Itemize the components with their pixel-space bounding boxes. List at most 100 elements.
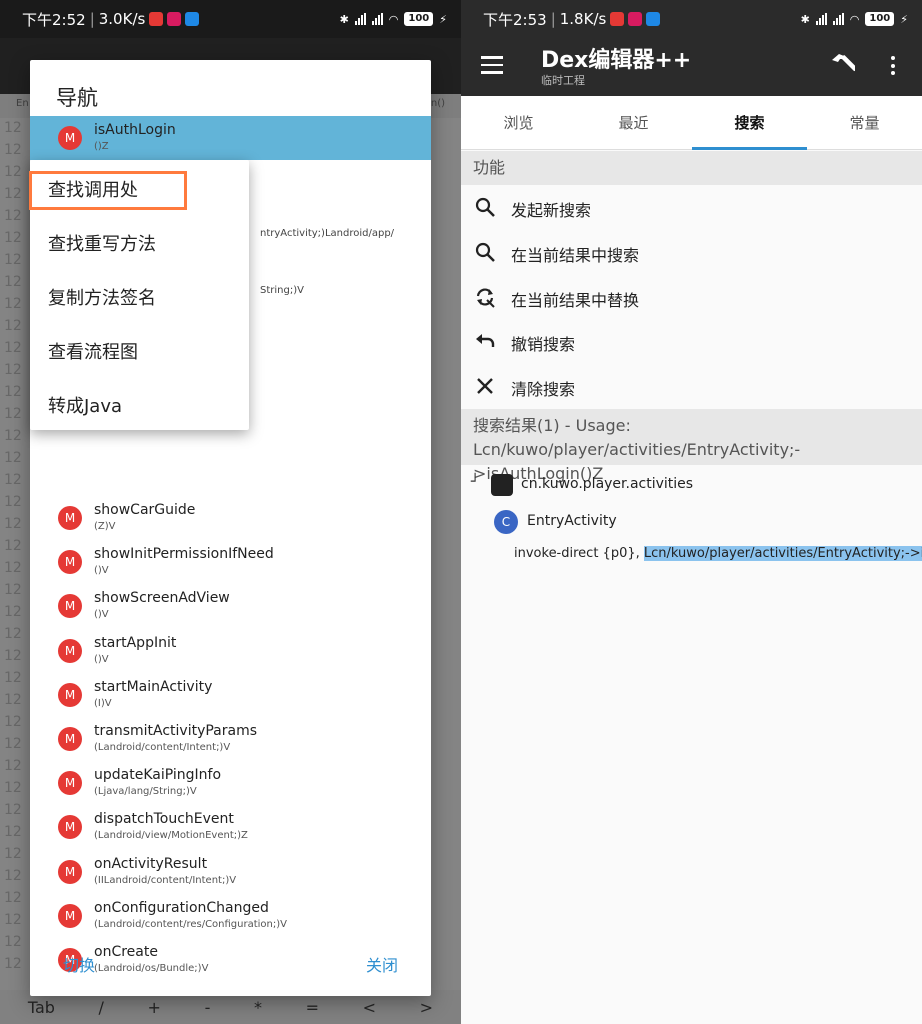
method-name: transmitActivityParams — [94, 723, 258, 739]
menu-icon[interactable] — [481, 56, 503, 74]
dialog-title: 导航 — [56, 86, 98, 110]
more-options-icon[interactable] — [891, 56, 896, 79]
signal-icon — [815, 13, 827, 25]
method-item-selected[interactable]: M isAuthLogin ()Z — [30, 116, 431, 160]
tree-expand-icon[interactable]: ┘ — [471, 474, 479, 490]
search-icon — [475, 242, 495, 262]
function-replace-in-results[interactable]: 在当前结果中替换 — [461, 275, 922, 320]
notification-app-icon — [149, 12, 164, 26]
menu-item-view-flowchart[interactable]: 查看流程图 — [48, 338, 138, 364]
signal-icon — [832, 13, 844, 25]
method-signature: ()Z — [94, 141, 109, 152]
tree-class-node[interactable]: EntryActivity — [527, 513, 617, 529]
tab-recent[interactable]: 最近 — [576, 96, 691, 150]
function-label: 撤销搜索 — [511, 335, 576, 354]
app-title: Dex编辑器++ — [541, 48, 692, 73]
method-name: onActivityResult — [94, 855, 208, 872]
function-undo-search[interactable]: 撤销搜索 — [461, 319, 922, 364]
status-bar: 下午2:53 | 1.8K/s ✱ ◠ 100 ⚡ — [461, 0, 922, 38]
method-item[interactable]: MupdateKaiPingInfo (Ljava/lang/String;)V — [30, 761, 431, 805]
function-label: 清除搜索 — [511, 380, 576, 399]
wifi-icon: ◠ — [849, 12, 860, 26]
notification-app-icon — [610, 12, 625, 26]
method-signature-peek: ntryActivity;)Landroid/app/ — [260, 228, 395, 239]
close-button[interactable]: 关闭 — [366, 952, 398, 976]
tab-bar: 浏览 最近 搜索 常量 — [461, 96, 922, 150]
battery-icon: 100 — [865, 12, 895, 26]
function-clear-search[interactable]: 清除搜索 — [461, 364, 922, 409]
function-label: 在当前结果中搜索 — [511, 246, 640, 265]
status-time: 下午2:53 — [483, 10, 547, 29]
method-signature-peek: String;)V — [260, 285, 304, 296]
method-signature: ()V — [94, 565, 109, 577]
method-item[interactable]: MtransmitActivityParams (Landroid/content… — [30, 717, 431, 761]
signal-icon — [371, 13, 383, 25]
search-icon — [475, 197, 495, 217]
code-match-highlight: Lcn/kuwo/player/activities/EntryActivity… — [643, 546, 922, 561]
functions-section-header: 功能 — [461, 151, 922, 185]
status-bar: 下午2:52 | 3.0K/s ✱ ◠ 100 ⚡ — [0, 0, 461, 38]
method-item[interactable]: MdispatchTouchEvent (Landroid/view/Motion… — [30, 805, 431, 849]
tab-constants[interactable]: 常量 — [807, 96, 922, 150]
tab-browse[interactable]: 浏览 — [461, 96, 576, 150]
method-signature: (Landroid/content/res/Configuration;)V — [94, 918, 287, 930]
method-signature: (Landroid/content/Intent;)V — [94, 742, 231, 753]
method-name: dispatchTouchEvent — [94, 811, 234, 828]
method-name: showInitPermissionIfNeed — [94, 546, 274, 563]
function-search-in-results[interactable]: 在当前结果中搜索 — [461, 230, 922, 275]
app-subtitle: 临时工程 — [541, 74, 585, 87]
dialog-footer: 切换 关闭 — [30, 930, 431, 996]
method-item[interactable]: MshowScreenAdView ()V — [30, 584, 431, 628]
notification-app-icon — [167, 12, 182, 26]
method-name: showCarGuide — [94, 502, 196, 518]
search-result-line[interactable]: invoke-direct {p0}, Lcn/kuwo/player/acti… — [514, 546, 922, 561]
method-item[interactable]: MstartAppInit ()V — [30, 629, 431, 673]
method-badge-icon: M — [58, 771, 82, 796]
method-signature: (Landroid/view/MotionEvent;)Z — [94, 830, 248, 842]
method-badge-icon: M — [58, 506, 82, 530]
menu-item-find-overrides[interactable]: 查找重写方法 — [48, 230, 156, 256]
function-label: 发起新搜索 — [511, 201, 592, 220]
bluetooth-icon: ✱ — [339, 12, 349, 26]
method-signature: (IILandroid/content/Intent;)V — [94, 874, 237, 886]
class-badge-icon: C — [494, 510, 518, 534]
method-signature: ()V — [94, 609, 109, 621]
hammer-icon[interactable] — [829, 52, 855, 78]
app-bar: Dex编辑器++ 临时工程 — [461, 38, 922, 96]
method-badge-icon: M — [58, 859, 82, 884]
method-item[interactable]: MstartMainActivity (I)V — [30, 673, 431, 717]
method-badge-icon: M — [58, 727, 82, 751]
switch-button[interactable]: 切换 — [63, 952, 95, 976]
notification-app-icon — [185, 12, 200, 26]
right-phone-screen: 下午2:53 | 1.8K/s ✱ ◠ 100 ⚡ Dex编辑器++ 临时工程 — [461, 0, 922, 1024]
menu-item-copy-signature[interactable]: 复制方法签名 — [48, 284, 156, 310]
folder-icon — [491, 474, 513, 496]
notification-app-icon — [628, 12, 643, 26]
function-new-search[interactable]: 发起新搜索 — [461, 185, 922, 230]
active-tab-indicator — [692, 147, 807, 150]
charging-icon: ⚡ — [439, 12, 447, 26]
method-name: startAppInit — [94, 634, 177, 651]
function-label: 在当前结果中替换 — [511, 291, 640, 310]
method-item[interactable]: MshowInitPermissionIfNeed ()V — [30, 540, 431, 584]
method-badge-icon: M — [58, 550, 82, 575]
method-badge-icon: M — [58, 638, 82, 663]
method-badge-icon: M — [58, 903, 82, 928]
screenshot-root: 下午2:52 | 3.0K/s ✱ ◠ 100 ⚡ En n() 12 12 12 1… — [0, 0, 922, 1024]
method-item[interactable]: MonActivityResult (IILandroid/content/Int… — [30, 850, 431, 894]
wifi-icon: ◠ — [388, 12, 399, 26]
method-signature: (Ljava/lang/String;)V — [94, 786, 197, 798]
tab-search[interactable]: 搜索 — [692, 96, 807, 150]
status-speed: 3.0K/s — [98, 10, 146, 28]
method-name: startMainActivity — [94, 678, 213, 695]
method-signature: (Z)V — [94, 521, 116, 532]
undo-icon — [476, 334, 495, 347]
status-speed: 1.8K/s — [559, 10, 607, 28]
method-item[interactable]: MshowCarGuide (Z)V — [30, 496, 431, 540]
method-name: updateKaiPingInfo — [94, 767, 222, 784]
method-name: showScreenAdView — [94, 590, 230, 607]
tree-package-node[interactable]: cn.kuwo.player.activities — [521, 476, 693, 492]
method-badge-icon: M — [58, 594, 82, 619]
menu-item-to-java[interactable]: 转成Java — [48, 392, 122, 418]
charging-icon: ⚡ — [900, 12, 908, 26]
